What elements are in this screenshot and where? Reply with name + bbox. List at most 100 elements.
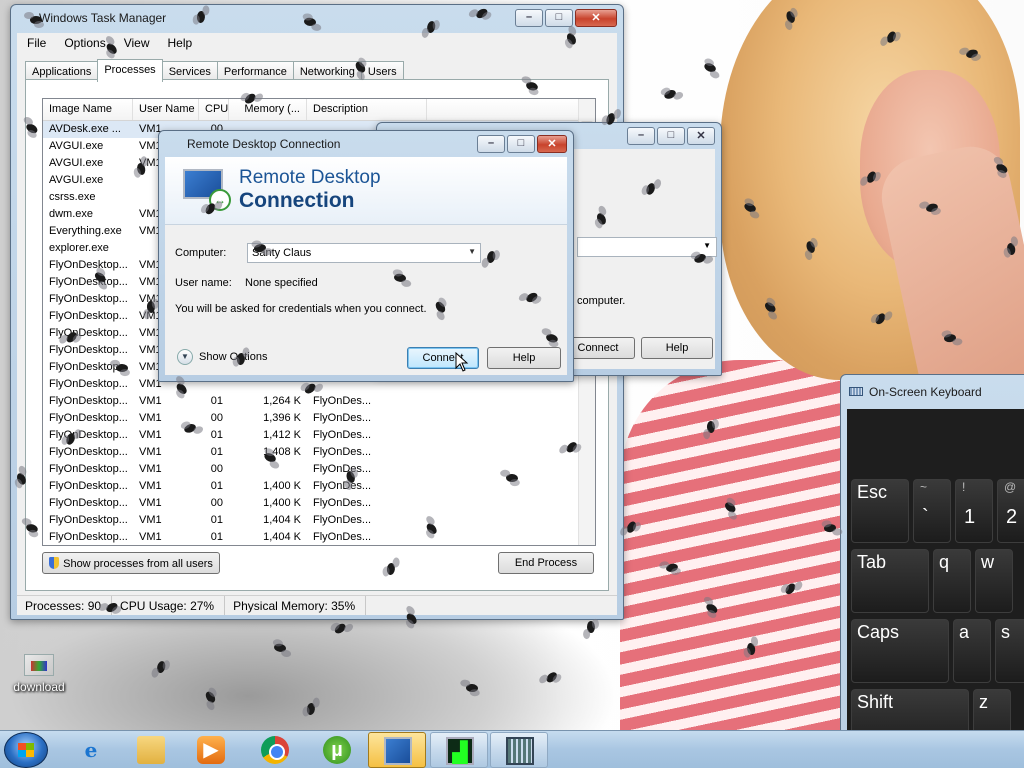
cell-image-name: AVGUI.exe (49, 157, 104, 169)
key-label: Tab (857, 552, 887, 572)
maximize-button[interactable]: □ (657, 127, 685, 145)
key-a[interactable]: a (953, 619, 991, 683)
menu-options[interactable]: Options (54, 33, 113, 53)
taskbar-remote-desktop[interactable] (368, 732, 426, 768)
table-row[interactable]: FlyOnDesktop... VM1 00 1,400 K FlyOnDes... (43, 495, 595, 512)
taskbar-chrome[interactable] (246, 732, 304, 768)
minimize-button[interactable]: – (627, 127, 655, 145)
task-manager-titlebar[interactable]: Windows Task Manager – □ ✕ (11, 5, 623, 31)
taskbar-task-manager[interactable]: ▟ (430, 732, 488, 768)
menu-help[interactable]: Help (158, 33, 201, 53)
show-options-toggle[interactable]: ▼ Show Options (177, 349, 267, 365)
computer-combo[interactable]: Santy Claus ▼ (247, 243, 481, 263)
maximize-button[interactable]: □ (507, 135, 535, 153)
key-1[interactable]: ! 1 (955, 479, 993, 543)
key-w[interactable]: w (975, 549, 1013, 613)
key-esc[interactable]: Esc (851, 479, 909, 543)
key-2[interactable]: @2 (997, 479, 1024, 543)
column-header-memory[interactable]: Memory (... (229, 99, 307, 120)
key-label: z (979, 692, 988, 712)
table-row[interactable]: FlyOnDesktop... VM1 01 1,264 K FlyOnDes... (43, 393, 595, 410)
key-label: q (939, 552, 950, 572)
key-label: a (959, 622, 970, 642)
table-row[interactable]: FlyOnDesktop... VM1 01 1,408 K FlyOnDes... (43, 444, 595, 461)
computer-combo-background[interactable]: ▼ (577, 237, 717, 257)
column-header-image-name[interactable]: Image Name (43, 99, 133, 120)
key-s[interactable]: s (995, 619, 1024, 683)
close-button[interactable]: ✕ (687, 127, 715, 145)
cell-user-name: VM1 (139, 412, 162, 424)
image-file-icon (24, 654, 54, 676)
key-label: Esc (857, 482, 888, 502)
cell-memory: 1,400 K (263, 497, 301, 509)
maximize-icon: □ (517, 137, 525, 149)
end-process-button[interactable]: End Process (498, 552, 594, 574)
key-caps[interactable]: Caps (851, 619, 949, 683)
cell-description: FlyOnDes... (313, 463, 372, 475)
table-row[interactable]: FlyOnDesktop... VM1 01 1,404 K FlyOnDes... (43, 529, 595, 545)
column-header-description[interactable]: Description (307, 99, 427, 120)
cell-description: FlyOnDes... (313, 412, 372, 424)
taskbar-internet-explorer[interactable]: e (62, 732, 120, 768)
key-tilde[interactable]: ~ ` (913, 479, 951, 543)
key-tab[interactable]: Tab (851, 549, 929, 613)
uac-shield-icon (49, 557, 60, 569)
cell-memory: 1,400 K (263, 480, 301, 492)
column-header-user-name[interactable]: User Name (133, 99, 199, 120)
help-button[interactable]: Help (487, 347, 561, 369)
cell-image-name: FlyOnDesktop... (49, 293, 128, 305)
table-row[interactable]: FlyOnDesktop... VM1 01 1,412 K FlyOnDes... (43, 427, 595, 444)
key-shift-label: ! (962, 480, 966, 494)
menu-file[interactable]: File (17, 33, 54, 53)
cell-image-name: FlyOnDesktop... (49, 344, 128, 356)
mouse-cursor-icon (455, 352, 469, 372)
cell-description: FlyOnDes... (313, 497, 372, 509)
background-help-button[interactable]: Help (641, 337, 713, 359)
cell-image-name: dwm.exe (49, 208, 94, 220)
minimize-button[interactable]: – (477, 135, 505, 153)
table-row[interactable]: FlyOnDesktop... VM1 01 1,400 K FlyOnDes... (43, 478, 595, 495)
close-button[interactable]: ✕ (537, 135, 567, 153)
cell-description: FlyOnDes... (313, 446, 372, 458)
cell-user-name: VM1 (139, 395, 162, 407)
remote-desktop-body: ↔ Remote Desktop Connection Computer: Sa… (165, 157, 567, 375)
media-player-icon: ▶ (197, 736, 225, 764)
cell-image-name: FlyOnDesktop... (49, 327, 128, 339)
maximize-button[interactable]: □ (545, 9, 573, 27)
credentials-info: You will be asked for credentials when y… (175, 303, 427, 315)
cell-image-name: explorer.exe (49, 242, 109, 254)
minimize-icon: – (637, 129, 645, 141)
remote-desktop-titlebar[interactable]: Remote Desktop Connection – □ ✕ (159, 131, 573, 157)
menu-view[interactable]: View (114, 33, 158, 53)
taskbar-media-player[interactable]: ▶ (182, 732, 240, 768)
minimize-button[interactable]: – (515, 9, 543, 27)
cell-description: FlyOnDes... (313, 531, 372, 543)
cell-description: FlyOnDes... (313, 514, 372, 526)
tab-processes[interactable]: Processes (97, 59, 163, 82)
taskbar-on-screen-keyboard[interactable] (490, 732, 548, 768)
column-header-cpu[interactable]: CPU (199, 99, 229, 120)
cell-image-name: FlyOnDesktop... (49, 310, 128, 322)
table-row[interactable]: FlyOnDesktop... VM1 00 1,396 K FlyOnDes... (43, 410, 595, 427)
table-row[interactable]: FlyOnDesktop... VM1 00 FlyOnDes... (43, 461, 595, 478)
taskbar-utorrent[interactable]: µ (308, 732, 366, 768)
cell-user-name: VM1 (139, 531, 162, 543)
close-button[interactable]: ✕ (575, 9, 617, 27)
menu-bar: File Options View Help (17, 33, 617, 53)
start-button[interactable] (4, 732, 48, 768)
table-row[interactable]: FlyOnDesktop... VM1 01 1,404 K FlyOnDes... (43, 512, 595, 529)
cell-description: FlyOnDes... (313, 480, 372, 492)
taskbar-file-explorer[interactable] (122, 732, 180, 768)
key-q[interactable]: q (933, 549, 971, 613)
cell-cpu: 01 (210, 446, 223, 458)
banner-title-line2: Connection (239, 189, 355, 212)
desktop-icon-download[interactable]: download (8, 654, 70, 694)
cell-image-name: FlyOnDesktop... (49, 480, 128, 492)
key-label: Caps (857, 622, 900, 642)
task-manager-icon: ▟ (446, 737, 474, 765)
remote-desktop-window: Remote Desktop Connection – □ ✕ ↔ Remote… (158, 130, 574, 382)
cell-image-name: csrss.exe (49, 191, 96, 203)
close-icon: ✕ (696, 130, 706, 142)
show-all-users-button[interactable]: Show processes from all users (42, 552, 220, 574)
dropdown-arrow-icon[interactable]: ▼ (468, 247, 476, 256)
